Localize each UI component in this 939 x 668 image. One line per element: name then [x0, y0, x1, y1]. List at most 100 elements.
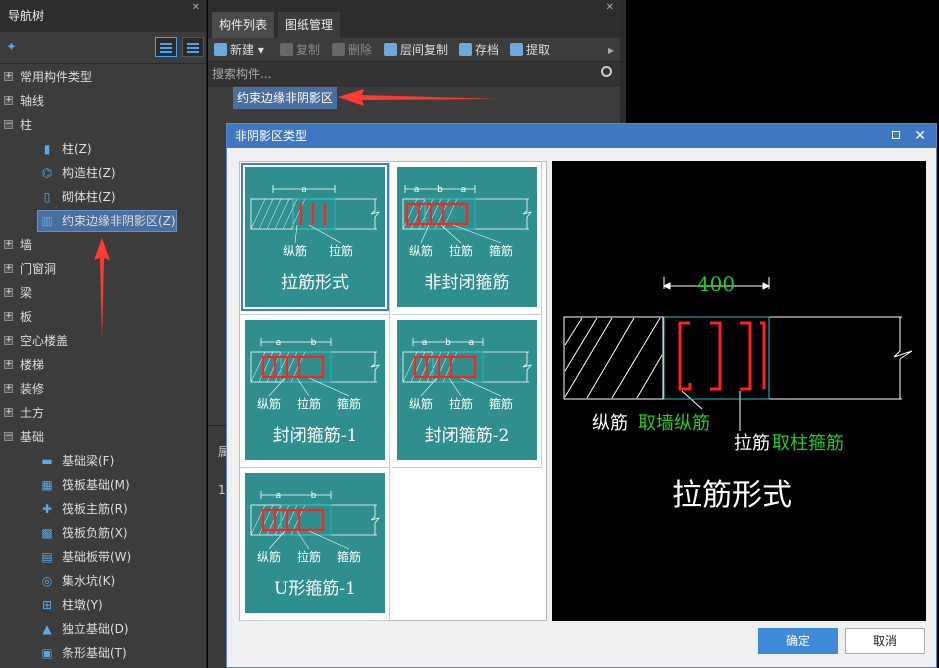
- tree-node[interactable]: + 梁: [0, 281, 206, 305]
- tree-node-label: 墙: [20, 238, 33, 252]
- tree-child-item[interactable]: ▮ 柱(Z): [0, 137, 206, 161]
- rebar-diagram-icon: a b 纵筋 拉筋 箍筋: [250, 491, 381, 564]
- maximize-icon[interactable]: [892, 131, 900, 139]
- cancel-button[interactable]: 取消: [845, 628, 925, 654]
- tree-child-item[interactable]: ▦ 筏板基础(M): [0, 473, 206, 497]
- tree-child-item[interactable]: ◎ 集水坑(K): [0, 569, 206, 593]
- tree-child-item[interactable]: ⌬ 构造柱(Z): [0, 161, 206, 185]
- expand-icon[interactable]: +: [4, 240, 13, 249]
- tree-child-item[interactable]: ▩ 筏板负筋(X): [0, 521, 206, 545]
- expand-icon[interactable]: +: [4, 96, 13, 105]
- tree-node[interactable]: + 板: [0, 305, 206, 329]
- nav-title-bar: 导航树 ✕: [0, 0, 206, 32]
- rebar-label: 纵筋: [283, 243, 307, 258]
- tree-node[interactable]: − 柱: [0, 113, 206, 137]
- navigation-panel: 导航树 ✕ ✦ + 常用构件类型 + 轴线 − 柱 ▮ 柱(Z) ⌬ 构造柱(Z) ▯ 砌体柱(Z) ▥…: [0, 0, 207, 668]
- close-icon[interactable]: ✕: [606, 2, 614, 13]
- type-option-thumbnail: a b 纵筋 拉筋 箍筋 U形箍筋-1: [245, 473, 385, 613]
- type-option-caption: U形箍筋-1: [274, 579, 356, 599]
- extract-icon: [510, 43, 523, 56]
- tree-child-item[interactable]: ⊞ 柱墩(Y): [0, 593, 206, 617]
- nav-title: 导航树: [8, 9, 45, 23]
- type-option-card[interactable]: a b a 纵筋 拉筋 箍筋 封闭箍筋-2: [392, 315, 542, 468]
- list-view-button[interactable]: [155, 37, 177, 57]
- dialog-title-bar: 非阴影区类型 ✕: [227, 124, 936, 148]
- tree-child-item[interactable]: ▬ 基础梁(F): [0, 449, 206, 473]
- search-bar: [208, 62, 620, 86]
- close-icon[interactable]: ✕: [192, 2, 200, 13]
- expand-icon[interactable]: +: [4, 288, 13, 297]
- tab-component-list[interactable]: 构件列表: [212, 12, 275, 38]
- delete-button[interactable]: 删除: [332, 42, 372, 58]
- tree-child-label: 独立基础(D): [62, 622, 129, 636]
- copy-button[interactable]: 复制: [280, 42, 320, 58]
- search-input[interactable]: [212, 64, 592, 84]
- property-row-number: 1: [218, 483, 226, 497]
- component-list-item[interactable]: 约束边缘非阴影区: [233, 87, 338, 109]
- tree-node[interactable]: + 常用构件类型: [0, 65, 206, 89]
- expand-icon[interactable]: +: [4, 408, 13, 417]
- expand-icon[interactable]: +: [4, 360, 13, 369]
- expand-icon[interactable]: +: [4, 72, 13, 81]
- nav-toolbar: ✦: [0, 32, 206, 64]
- tree-child-item[interactable]: ▤ 基础板带(W): [0, 545, 206, 569]
- component-icon: ▲: [42, 622, 52, 636]
- collapse-icon[interactable]: −: [4, 432, 13, 441]
- panel-tabs: 构件列表 图纸管理 ✕: [208, 0, 620, 38]
- rebar-label: 箍筋: [489, 396, 513, 411]
- component-icon: ✚: [41, 502, 53, 516]
- extract-button[interactable]: 提取: [510, 42, 550, 58]
- type-option-thumbnail: a b a 纵筋 拉筋 箍筋 封闭箍筋-2: [397, 320, 537, 460]
- magic-wand-icon[interactable]: ✦: [6, 40, 17, 55]
- dimension-label: a: [276, 491, 282, 501]
- tree-node[interactable]: − 基础: [0, 425, 206, 449]
- save-button[interactable]: 存档: [459, 42, 499, 58]
- tree-child-item[interactable]: ✚ 筏板主筋(R): [0, 497, 206, 521]
- tree-child-label: 筏板基础(M): [62, 478, 130, 492]
- tree-node[interactable]: + 楼梯: [0, 353, 206, 377]
- close-icon[interactable]: ✕: [914, 124, 926, 148]
- tree-child-item[interactable]: ▲ 独立基础(D): [0, 617, 206, 641]
- type-option-card[interactable]: a b 纵筋 拉筋 箍筋 封闭箍筋-1: [240, 315, 390, 468]
- tree-node[interactable]: + 空心楼盖: [0, 329, 206, 353]
- tree-node[interactable]: + 装修: [0, 377, 206, 401]
- dimension-label: b: [437, 185, 443, 195]
- tree-child-label: 基础梁(F): [62, 454, 115, 468]
- type-option-card[interactable]: a b 纵筋 拉筋 箍筋 U形箍筋-1: [240, 468, 390, 621]
- dimension-label: a: [301, 185, 307, 195]
- dialog-title: 非阴影区类型: [235, 129, 308, 143]
- tree-node[interactable]: + 轴线: [0, 89, 206, 113]
- copy-icon: [280, 43, 293, 56]
- ok-button[interactable]: 确定: [758, 628, 838, 654]
- rebar-label: 拉筋: [449, 243, 473, 258]
- collapse-icon[interactable]: −: [4, 120, 13, 129]
- rebar-diagram-icon: a b a 纵筋 拉筋 箍筋: [402, 338, 533, 411]
- more-icon[interactable]: ▸: [608, 42, 614, 58]
- expand-icon[interactable]: +: [4, 264, 13, 273]
- save-icon: [459, 43, 472, 56]
- type-option-card[interactable]: a b a 纵筋 拉筋 箍筋 非封闭箍筋: [392, 162, 542, 315]
- expand-icon[interactable]: +: [4, 384, 13, 393]
- tree-view-button[interactable]: [182, 37, 204, 57]
- tree-child-item[interactable]: ▯ 砌体柱(Z): [0, 185, 206, 209]
- delete-icon: [332, 43, 345, 56]
- tree-child-item[interactable]: ▣ 条形基础(T): [0, 641, 206, 665]
- tree-node[interactable]: + 土方: [0, 401, 206, 425]
- new-icon: [214, 43, 227, 56]
- component-icon: ▩: [41, 526, 53, 540]
- expand-icon[interactable]: +: [4, 312, 13, 321]
- tree-child-item[interactable]: ▥ 约束边缘非阴影区(Z): [0, 209, 206, 233]
- tree-child-label: 条形基础(T): [62, 646, 127, 660]
- type-option-card[interactable]: a 纵筋 拉筋 拉筋形式: [240, 162, 390, 315]
- new-button[interactable]: 新建 ▾: [214, 42, 264, 58]
- tree-node[interactable]: + 门窗洞: [0, 257, 206, 281]
- floor-copy-button[interactable]: 层间复制: [384, 42, 448, 58]
- tree-child-label: 构造柱(Z): [62, 166, 116, 180]
- tree-child-label: 筏板负筋(X): [62, 526, 128, 540]
- expand-icon[interactable]: +: [4, 336, 13, 345]
- tab-drawing-management[interactable]: 图纸管理: [278, 12, 341, 38]
- component-icon: ▮: [43, 142, 51, 156]
- search-icon[interactable]: [601, 66, 612, 77]
- tree-node[interactable]: + 墙: [0, 233, 206, 257]
- rebar-diagram-icon: a b a 纵筋 拉筋 箍筋: [402, 185, 533, 258]
